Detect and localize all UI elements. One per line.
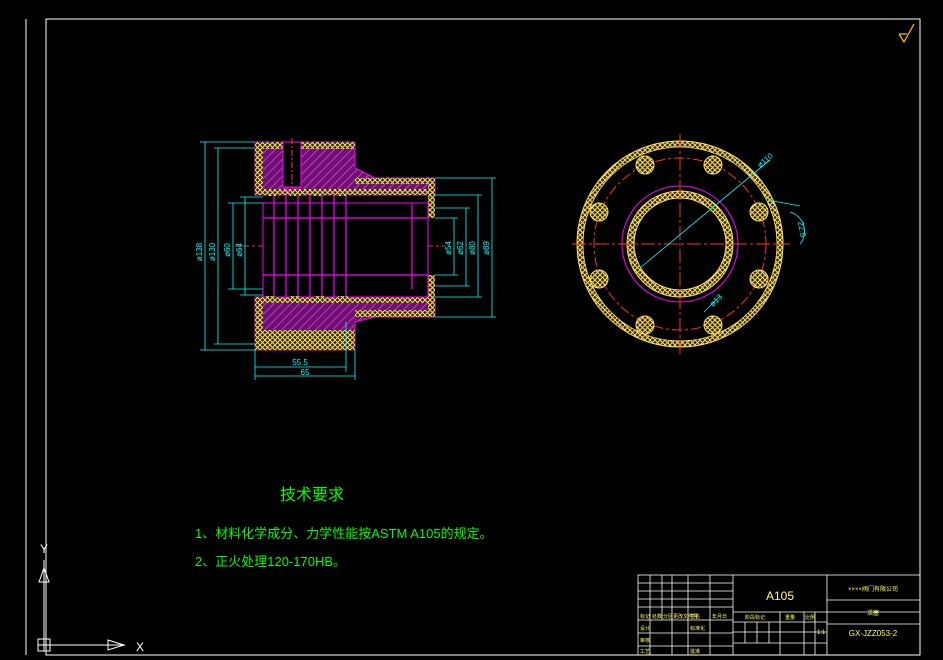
tb-label-mark: 标记 [640,613,650,620]
end-view: ø110 22.5 ø13 [572,134,808,354]
drawing-frame [45,18,921,656]
tb-label-designer: 设计 [640,625,650,632]
cad-drawing-canvas[interactable]: ø138 ø130 ø60 ø64 ø54 ø62 ø80 ø89 55.5 6… [0,0,943,660]
tb-label-scale: 比例 [805,614,815,621]
dim-d80: ø80 [468,241,477,255]
dim-len-65: 65 [301,368,310,377]
tb-label-approve: 批准 [690,648,700,655]
dim-d130: ø130 [208,242,217,261]
dim-d138: ø138 [195,242,204,261]
tb-label-count: 处数 [652,613,662,620]
knurl-right-top [428,178,435,218]
tb-label-standardize: 标准化 [690,625,705,632]
knurl-step-top [355,178,428,184]
knurl-right-bot [428,275,435,317]
dim-angle: 22.5 [796,221,808,238]
dim-pcd: ø110 [756,151,776,170]
knurl-left-top [255,142,263,195]
dim-d62: ø62 [456,241,465,255]
roughness-symbol-icon [898,23,915,44]
tb-label-process: 工艺 [640,649,650,655]
tb-label-sign: 签名 [690,613,700,620]
dim-len-555: 55.5 [292,358,308,367]
knurl-flange-top [255,142,355,149]
ucs-x-label: X [136,640,144,654]
tb-label-zone: 分区 [663,613,673,620]
notes-title: 技术要求 [280,486,344,504]
section-hatch-upper [254,141,436,196]
knurl-step-bot [355,310,428,317]
dim-d89: ø89 [482,241,491,255]
dim-d64: ø64 [235,243,244,257]
tb-material: A105 [766,589,794,603]
tb-drawing-no: GX-JZZ053-2 [849,629,898,638]
dim-d54: ø54 [444,241,453,255]
notes-item-1: 1、材料化学成分、力学性能按ASTM A105的规定。 [195,526,493,541]
tb-company: ××××阀门有限公司 [848,585,898,593]
tb-label-review: 审核 [640,637,650,644]
title-block-labels: 标记 处数 分区 更改文件号 签名 年月日 设计 标准化 审核 工艺 批准 阶段… [640,613,815,655]
ucs-y-label: Y [40,542,48,556]
tb-label-date: 年月日 [712,613,727,620]
section-view: ø138 ø130 ø60 ø64 ø54 ø62 ø80 ø89 55.5 6… [195,138,496,380]
tb-label-weight: 重量 [785,614,795,621]
tb-part-name: 活塞 [867,609,879,617]
tb-scale: 1:1 [817,630,826,636]
knurl-flange-bot [255,330,355,350]
dim-d60: ø60 [223,243,232,257]
tb-label-stage: 阶段标记 [745,614,765,621]
notes-item-2: 2、正火处理120-170HB。 [195,554,346,569]
ucs-icon [37,560,126,652]
